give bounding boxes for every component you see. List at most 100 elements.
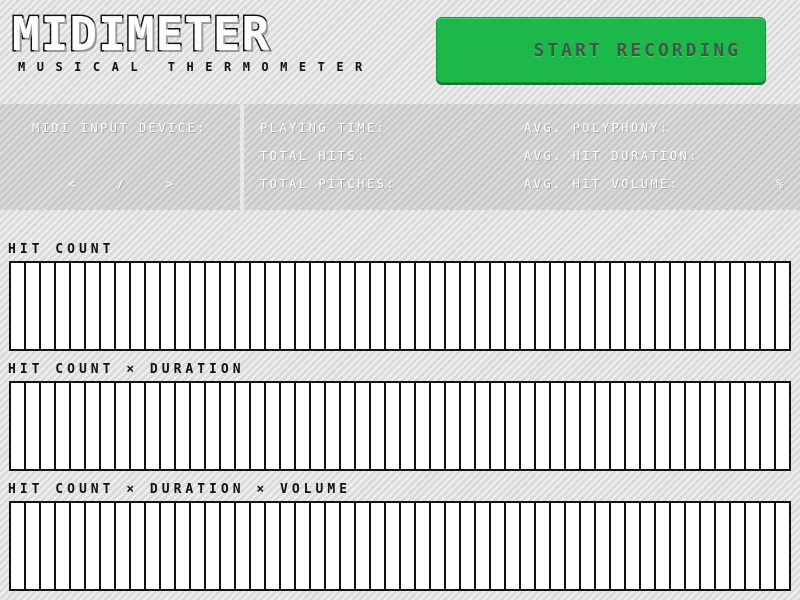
pitch-bar: [296, 263, 311, 349]
pitch-bar: [101, 503, 116, 589]
pitch-bar: [56, 503, 71, 589]
total-pitches-label: TOTAL PITCHES:: [260, 177, 397, 191]
pitch-bar: [356, 503, 371, 589]
pitch-bar: [641, 503, 656, 589]
pitch-bar: [416, 263, 431, 349]
pitch-bar: [776, 503, 789, 589]
pitch-bar: [191, 503, 206, 589]
pitch-bar: [191, 383, 206, 469]
pitch-bar: [566, 263, 581, 349]
pitch-bar: [656, 263, 671, 349]
hit-count-duration-title: HIT COUNT × DURATION: [8, 362, 245, 377]
pitch-bar: [491, 503, 506, 589]
pitch-bar: [326, 503, 341, 589]
pitch-bar: [551, 263, 566, 349]
pitch-bar: [26, 263, 41, 349]
pitch-bar: [686, 503, 701, 589]
pitch-bar: [71, 503, 86, 589]
pitch-bar: [701, 263, 716, 349]
pitch-bar: [461, 383, 476, 469]
pitch-bar: [236, 383, 251, 469]
pitch-bar: [236, 503, 251, 589]
pitch-bar: [671, 503, 686, 589]
pitch-bar: [401, 383, 416, 469]
pitch-bar: [656, 383, 671, 469]
pitch-bar: [611, 383, 626, 469]
pitch-bar: [266, 383, 281, 469]
pitch-bar: [521, 383, 536, 469]
pitch-bar: [536, 383, 551, 469]
pitch-bar: [491, 263, 506, 349]
pitch-bar: [56, 383, 71, 469]
midi-input-device-label: MIDI INPUT DEVICE:: [32, 121, 208, 135]
app-title: MIDIMETER: [11, 7, 271, 62]
pitch-bar: [746, 263, 761, 349]
pitch-bar: [521, 263, 536, 349]
pitch-bar: [671, 383, 686, 469]
pitch-bar: [356, 383, 371, 469]
pitch-bar: [146, 383, 161, 469]
pitch-bar: [191, 263, 206, 349]
avg-hit-volume-percent: %: [776, 177, 784, 191]
pitch-bar: [251, 263, 266, 349]
pitch-bar: [86, 503, 101, 589]
avg-polyphony-label: AVG. POLYPHONY:: [524, 121, 670, 135]
pitch-bar: [686, 263, 701, 349]
pitch-bar: [296, 503, 311, 589]
pitch-bar: [386, 383, 401, 469]
pitch-bar: [71, 383, 86, 469]
pitch-bar: [461, 263, 476, 349]
pitch-bar: [146, 263, 161, 349]
pitch-bar: [581, 503, 596, 589]
pitch-bar: [41, 263, 56, 349]
panel-divider: [240, 104, 244, 210]
pitch-bar: [11, 263, 26, 349]
pitch-bar: [206, 263, 221, 349]
pitch-bar: [386, 263, 401, 349]
pitch-bar: [491, 383, 506, 469]
pitch-bar: [176, 383, 191, 469]
pitch-bar: [281, 503, 296, 589]
pitch-bar: [221, 263, 236, 349]
pitch-bar: [416, 503, 431, 589]
pitch-bar: [731, 503, 746, 589]
pitch-bar: [641, 263, 656, 349]
pitch-bar: [176, 263, 191, 349]
next-device-button[interactable]: >: [166, 177, 173, 191]
pitch-bar: [131, 383, 146, 469]
stats-bar: MIDI INPUT DEVICE: < / > PLAYING TIME: T…: [0, 104, 800, 210]
pitch-bar: [251, 503, 266, 589]
pitch-bar: [281, 383, 296, 469]
pitch-bar: [131, 503, 146, 589]
pitch-bar: [221, 503, 236, 589]
app-logo: MIDIMETER MUSICAL THERMOMETER: [11, 7, 382, 75]
pitch-bar: [296, 383, 311, 469]
pitch-bar: [506, 503, 521, 589]
hit-count-duration-graph: [9, 381, 791, 471]
pitch-bar: [671, 263, 686, 349]
pitch-bar: [386, 503, 401, 589]
previous-device-button[interactable]: <: [68, 177, 75, 191]
pitch-bar: [536, 263, 551, 349]
playing-time-label: PLAYING TIME:: [260, 121, 387, 135]
pitch-bar: [596, 503, 611, 589]
pitch-bar: [566, 503, 581, 589]
pitch-bar: [71, 263, 86, 349]
pitch-bar: [221, 383, 236, 469]
pitch-bar: [506, 263, 521, 349]
pitch-bar: [761, 263, 776, 349]
pitch-bar: [776, 383, 789, 469]
pitch-bar: [716, 383, 731, 469]
pitch-bar: [701, 383, 716, 469]
pitch-bar: [551, 383, 566, 469]
pitch-bar: [341, 503, 356, 589]
pitch-bar: [686, 383, 701, 469]
pitch-bar: [281, 263, 296, 349]
start-recording-button[interactable]: START RECORDING: [436, 17, 766, 83]
app-subtitle: MUSICAL THERMOMETER: [18, 60, 374, 74]
total-hits-label: TOTAL HITS:: [260, 149, 367, 163]
pitch-bar: [371, 263, 386, 349]
avg-hit-volume-label: AVG. HIT VOLUME:: [524, 177, 680, 191]
pitch-bar: [11, 383, 26, 469]
avg-hit-duration-label: AVG. HIT DURATION:: [524, 149, 700, 163]
